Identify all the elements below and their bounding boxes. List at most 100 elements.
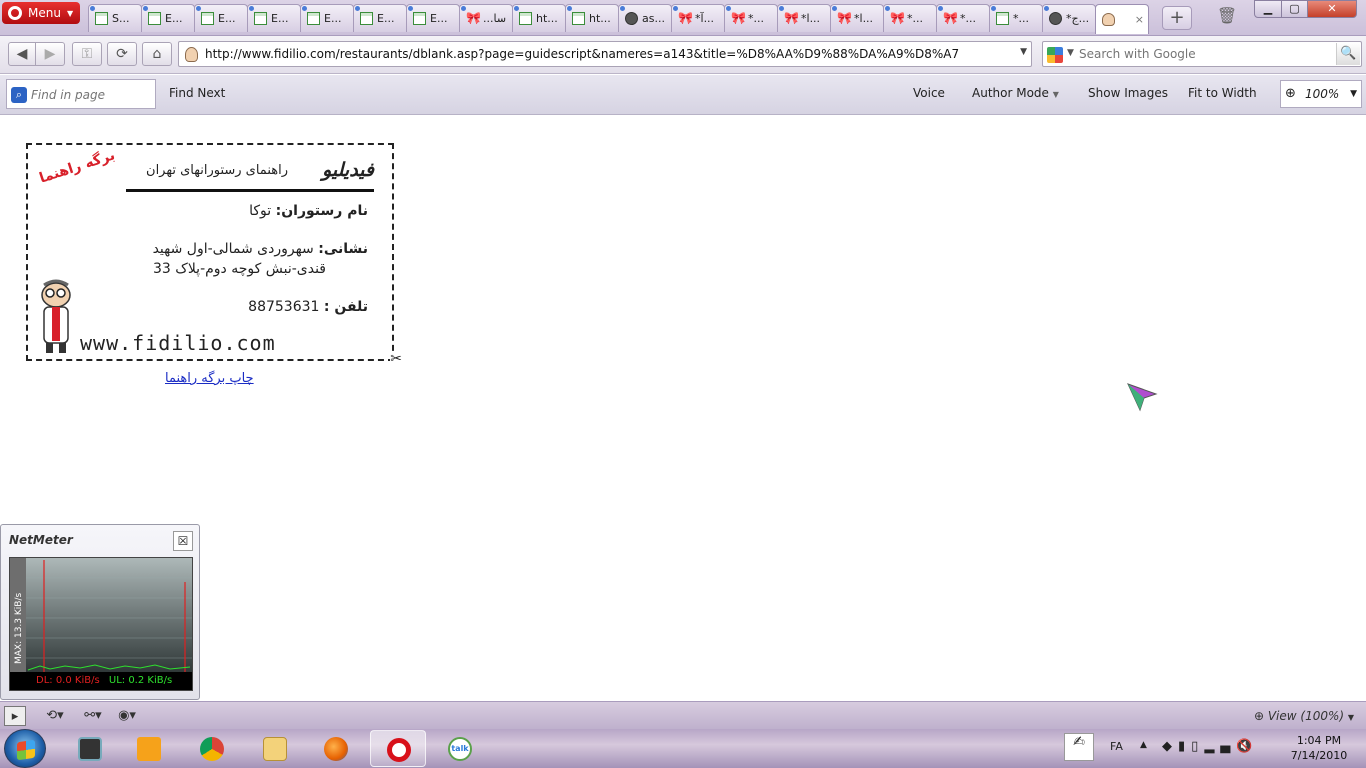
sync-icon: ⟲▾ [46, 708, 64, 723]
mascot-icon [41, 279, 71, 353]
unite-button[interactable]: ⚯▾ [80, 706, 106, 726]
zoom-value: 100% [1305, 87, 1340, 101]
voice-button[interactable]: Voice [913, 86, 945, 100]
taskbar-app-player[interactable] [121, 730, 177, 767]
netmeter-widget[interactable]: NetMeter ☒ MAX: 13.3 KiB/s DL: 0.0 KiB/s… [0, 524, 200, 700]
search-input[interactable] [1079, 45, 1335, 63]
tablet-input-icon[interactable]: ✍ [1064, 733, 1094, 761]
download-rate: DL: 0.0 KiB/s [36, 675, 100, 686]
opera-logo-icon [8, 6, 22, 20]
network-signal-icon[interactable]: ▂▄ [1204, 739, 1236, 754]
taskbar-app-gtalk[interactable]: talk [432, 730, 488, 767]
media-app-icon [78, 737, 102, 761]
browser-tab[interactable]: ht... [565, 4, 619, 32]
browser-tab[interactable]: × [1095, 4, 1149, 34]
forward-button[interactable]: ▶ [35, 42, 65, 66]
print-guide-link[interactable]: چاپ برگه راهنما [165, 371, 254, 386]
search-box[interactable]: ▼ 🔍 [1042, 41, 1362, 67]
show-images-button[interactable]: Show Images [1088, 86, 1168, 100]
turbo-button[interactable]: ◉▾ [112, 706, 142, 726]
browser-tab[interactable]: 🎀 *... [883, 4, 937, 32]
tray-app-icon[interactable]: ▮ [1178, 739, 1191, 754]
tray-app-icon[interactable]: ◆ [1162, 739, 1178, 754]
device-icon[interactable]: ▯ [1191, 739, 1204, 754]
clock-date: 7/14/2010 [1290, 749, 1348, 762]
browser-tab[interactable]: 🎀 *... [724, 4, 778, 32]
language-indicator[interactable]: FA [1110, 740, 1123, 753]
opera-menu-button[interactable]: Menu ▼ [2, 2, 80, 24]
trash-icon[interactable]: 🗑 [1216, 6, 1238, 30]
address-history-dropdown-icon[interactable]: ▼ [1020, 47, 1027, 57]
tab-loaded-indicator [938, 6, 943, 11]
volume-muted-icon[interactable]: 🔇 [1236, 739, 1258, 754]
find-input[interactable] [31, 86, 151, 104]
reload-button[interactable]: ⟳ [107, 42, 137, 66]
tab-loaded-indicator [514, 6, 519, 11]
tab-label: *ج... [1066, 12, 1090, 25]
fit-to-width-button[interactable]: Fit to Width [1188, 86, 1257, 100]
taskbar-app-firefox[interactable] [308, 730, 364, 767]
back-button[interactable]: ◀ [8, 42, 36, 66]
document-icon [572, 12, 585, 25]
network-icon: ⚯▾ [84, 708, 102, 723]
browser-tab[interactable]: E... [406, 4, 460, 32]
bow-icon: 🎀 [943, 11, 958, 25]
sync-button[interactable]: ⟲▾ [40, 706, 70, 726]
window-minimize-button[interactable]: ▁ [1254, 0, 1282, 18]
system-clock[interactable]: 1:04 PM 7/14/2010 [1284, 733, 1354, 763]
close-icon[interactable]: × [1135, 13, 1144, 26]
window-maximize-button[interactable]: ▢ [1281, 0, 1308, 18]
zoom-icon: ⊕ [1285, 86, 1296, 101]
netmeter-graph: MAX: 13.3 KiB/s DL: 0.0 KiB/s UL: 0.2 Ki… [9, 557, 193, 691]
taskbar-app-chrome[interactable] [184, 730, 240, 767]
home-button[interactable]: ⌂ [142, 42, 172, 66]
browser-tab[interactable]: 🎀 *ا... [777, 4, 831, 32]
wand-button[interactable]: ⚿ [72, 42, 102, 66]
browser-tab[interactable]: E... [141, 4, 195, 32]
browser-tab[interactable]: 🎀 *... [936, 4, 990, 32]
scissors-icon: ✂ [390, 351, 402, 367]
bow-icon: 🎀 [466, 11, 481, 25]
phone-label: تلفن : [323, 299, 368, 315]
browser-tab[interactable]: 🎀 *آ... [671, 4, 725, 32]
globe-icon [1049, 12, 1062, 25]
browser-tab[interactable]: E... [300, 4, 354, 32]
taskbar-app-opera[interactable] [370, 730, 426, 767]
start-button[interactable] [4, 729, 46, 768]
address-input[interactable] [205, 45, 1005, 63]
search-engine-dropdown-icon[interactable]: ▼ [1067, 48, 1074, 58]
browser-tab[interactable]: S... [88, 4, 142, 32]
key-icon: ⚿ [81, 46, 93, 62]
browser-tab[interactable]: ht... [512, 4, 566, 32]
browser-tab[interactable]: as... [618, 4, 672, 32]
browser-tab[interactable]: E... [194, 4, 248, 32]
browser-tab[interactable]: 🎀 *ا... [830, 4, 884, 32]
window-close-button[interactable]: ✕ [1307, 0, 1357, 18]
tab-label: *... [748, 12, 764, 25]
author-mode-button[interactable]: Author Mode ▼ [972, 86, 1059, 100]
browser-tab[interactable]: *... [989, 4, 1043, 32]
browser-tab[interactable]: E... [247, 4, 301, 32]
browser-tab[interactable]: *ج... [1042, 4, 1096, 32]
show-hidden-icons-icon[interactable]: ▲ [1140, 740, 1147, 750]
browser-tab[interactable]: 🎀 ...سا [459, 4, 513, 32]
tab-label: E... [218, 12, 236, 25]
browser-tab[interactable]: E... [353, 4, 407, 32]
search-icon[interactable]: 🔍 [1336, 43, 1360, 65]
find-box[interactable]: ⌕ [6, 79, 156, 109]
find-next-button[interactable]: Find Next [169, 86, 225, 100]
address-bar[interactable]: ▼ [178, 41, 1032, 67]
netmeter-title: NetMeter [9, 533, 73, 547]
panel-toggle-button[interactable]: ▸ [4, 706, 26, 726]
taskbar-app-media[interactable] [62, 730, 118, 767]
taskbar-app-explorer[interactable] [247, 730, 303, 767]
new-tab-button[interactable]: + [1162, 6, 1192, 30]
view-zoom-button[interactable]: ⊕ View (100%) ▼ [1248, 706, 1360, 726]
page-content: برگه راهنما فیدیلیو راهنمای رستورانهای ت… [0, 116, 1366, 701]
zoom-select[interactable]: ⊕ 100% ▼ [1280, 80, 1362, 108]
bow-icon: 🎀 [731, 11, 746, 25]
netmeter-close-button[interactable]: ☒ [173, 531, 193, 551]
google-icon[interactable] [1047, 47, 1063, 63]
arrow-left-icon: ◀ [16, 46, 28, 62]
restaurant-name-row: نام رستوران: توکا [249, 203, 368, 219]
